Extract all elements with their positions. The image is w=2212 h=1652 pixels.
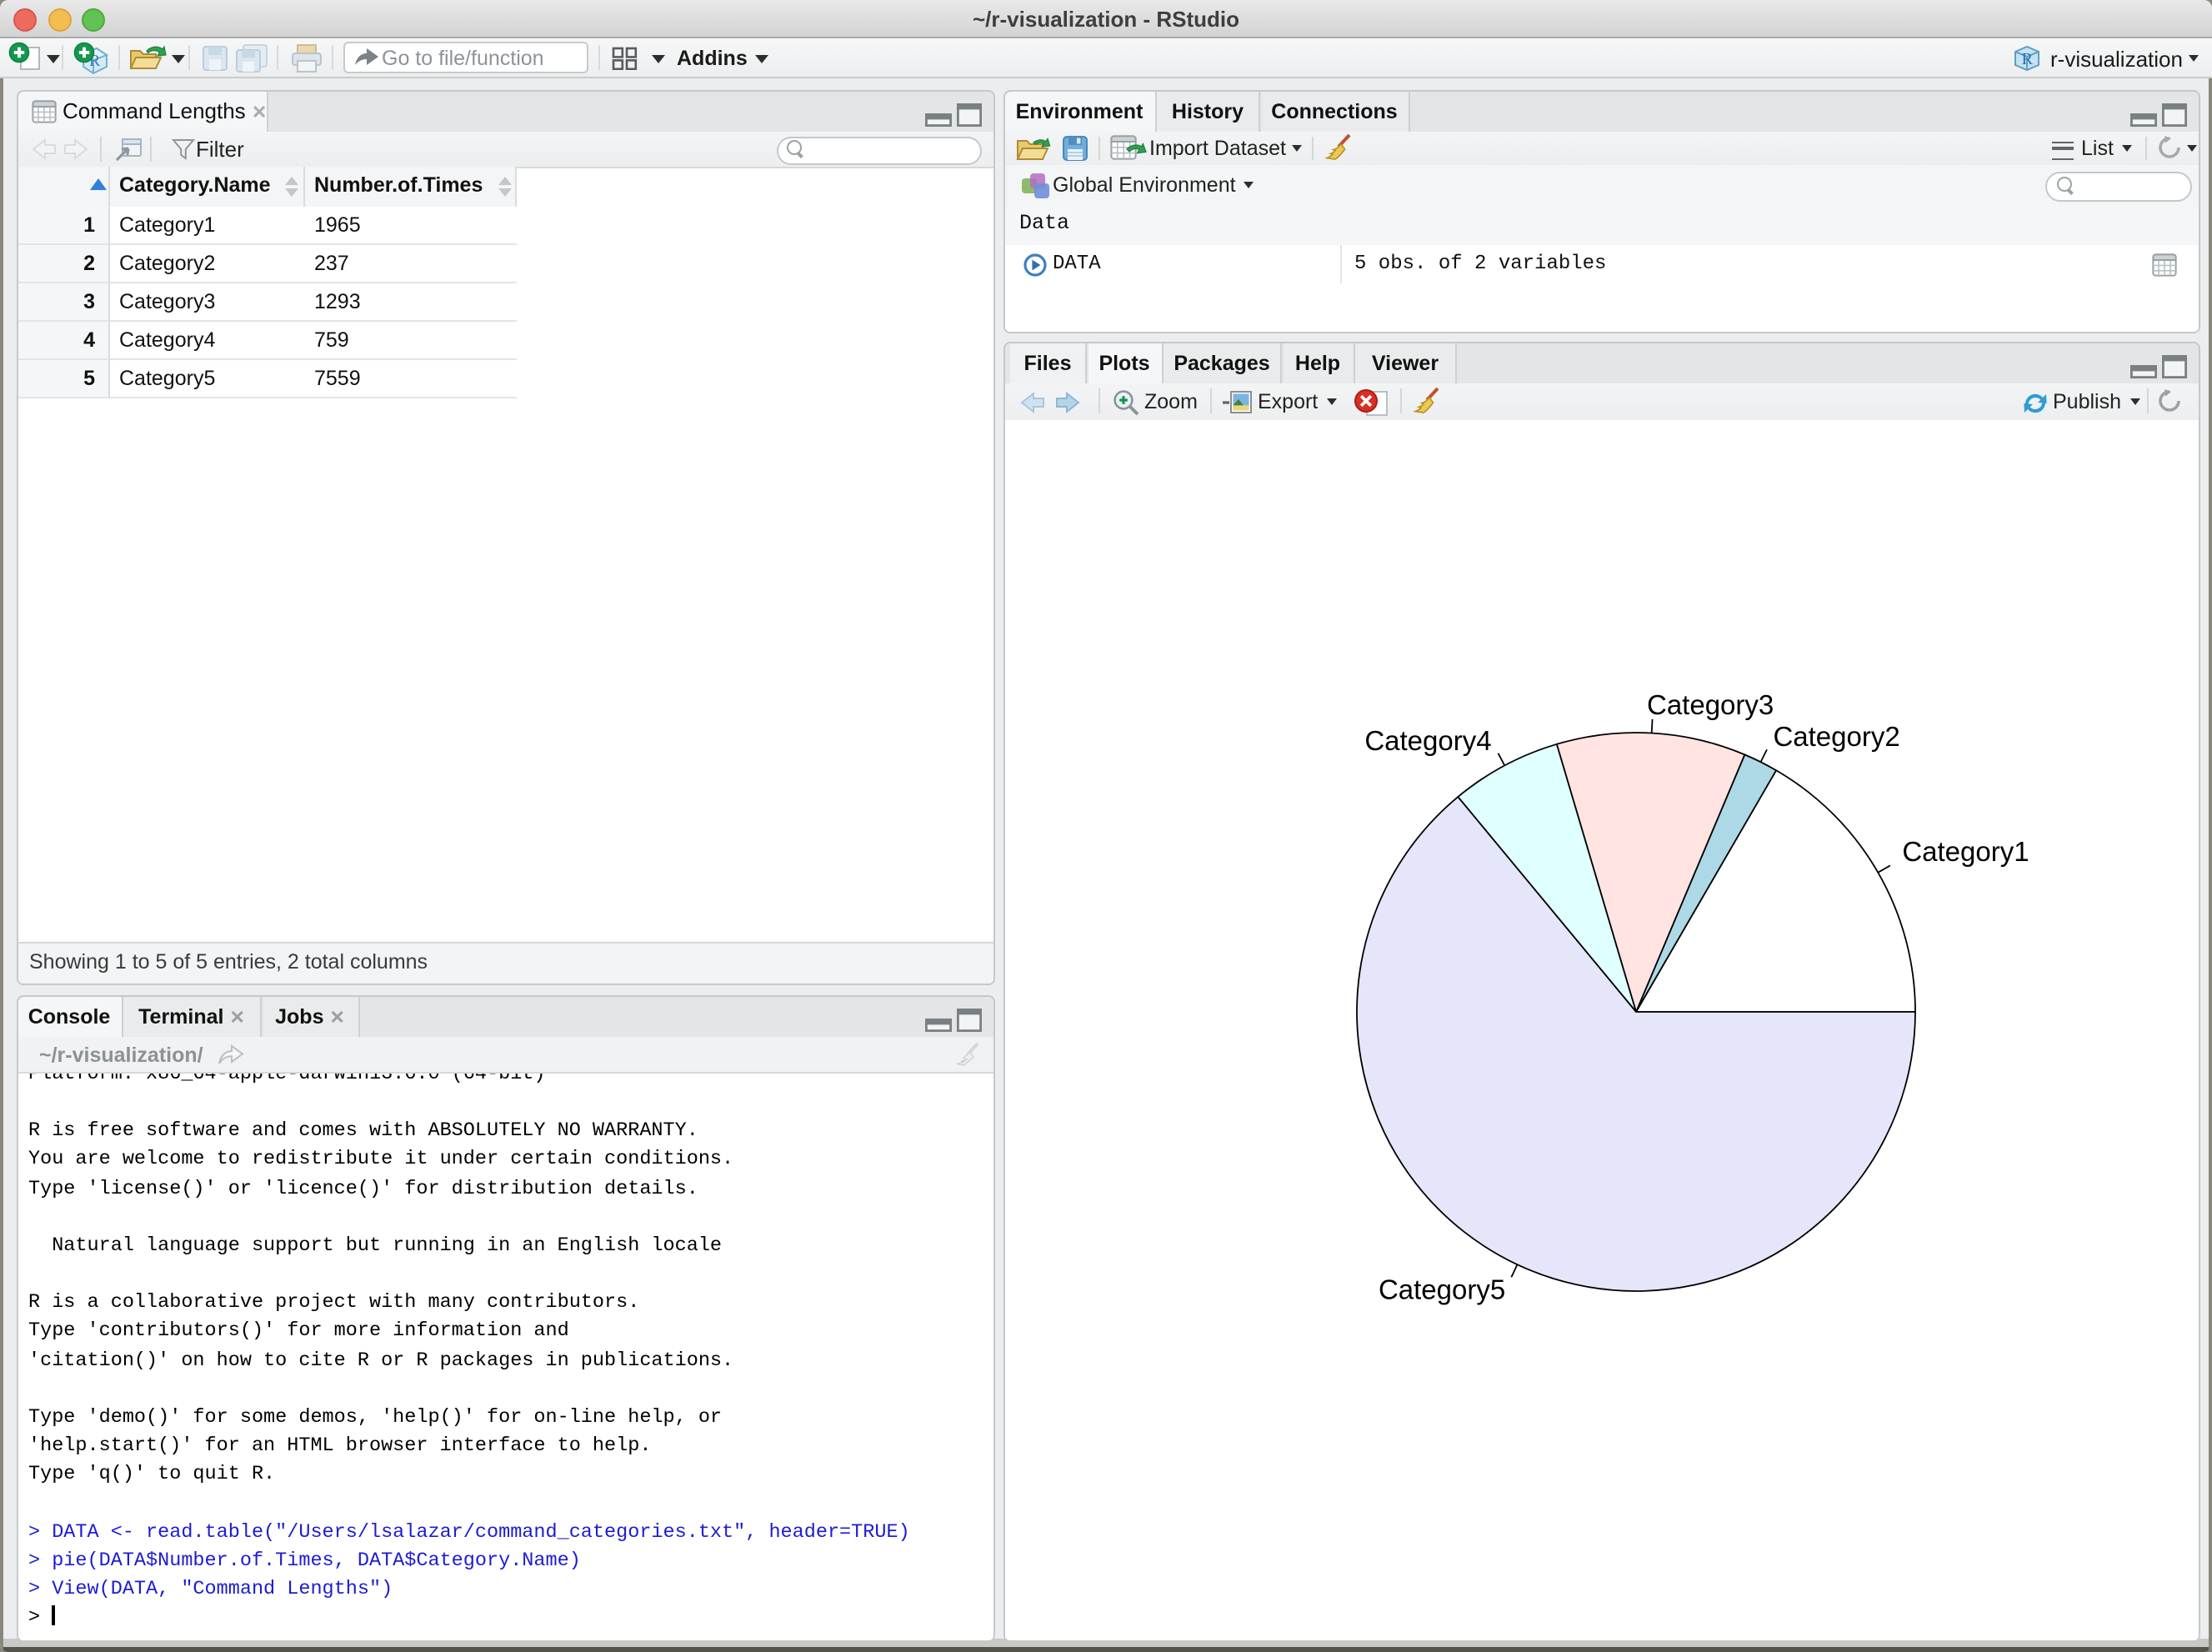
svg-text:Category3: Category3: [1647, 689, 1774, 720]
svg-text:Category4: Category4: [1364, 725, 1491, 756]
svg-text:Category1: Category1: [1902, 836, 2029, 867]
svg-text:Category5: Category5: [1379, 1274, 1505, 1304]
svg-text:R: R: [2022, 49, 2034, 68]
svg-text:Category2: Category2: [1773, 721, 1899, 752]
